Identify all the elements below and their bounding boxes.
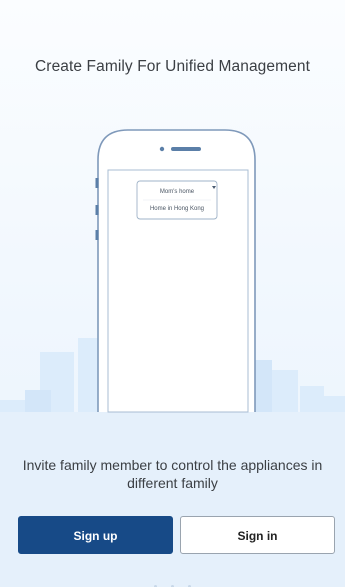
onboarding-screen: Create Family For Unified Management Mom… [0, 0, 345, 587]
ground-area [0, 412, 345, 587]
family-option-hong-kong: Home in Hong Kong [149, 206, 205, 212]
sign-up-button[interactable]: Sign up [18, 516, 173, 554]
onboarding-caption: Invite family member to control the appl… [22, 457, 323, 491]
family-dropdown: Mom's home Home in Hong Kong [137, 181, 217, 219]
family-option-moms-home: Mom's home [159, 189, 195, 195]
sign-in-button[interactable]: Sign in [180, 516, 335, 554]
city-phone-illustration [0, 129, 345, 587]
page-indicator [0, 575, 345, 587]
phone-outline-icon [95, 129, 256, 413]
